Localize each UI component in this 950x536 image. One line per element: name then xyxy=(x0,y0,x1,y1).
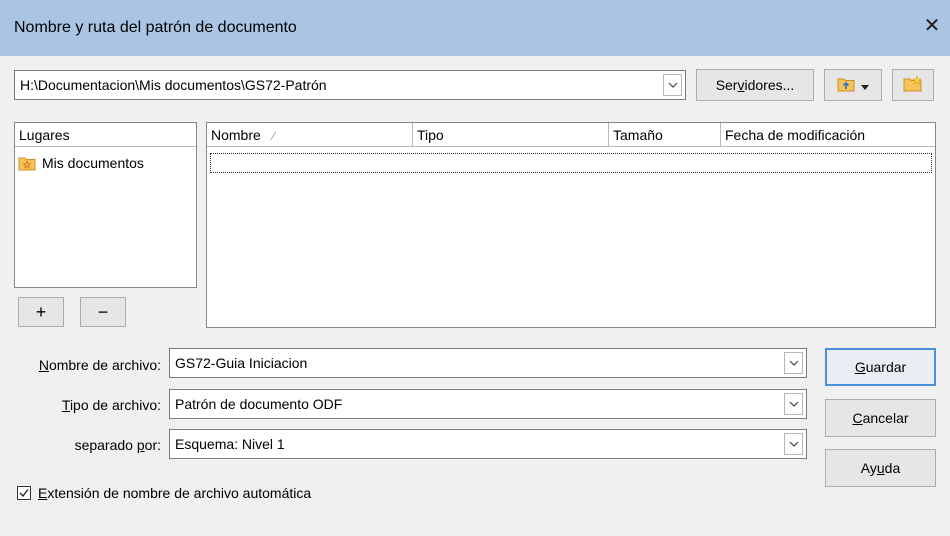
folder-star-icon xyxy=(18,155,36,174)
remove-place-button[interactable]: − xyxy=(80,297,126,327)
checkmark-icon xyxy=(19,489,29,498)
path-combobox[interactable]: H:\Documentacion\Mis documentos\GS72-Pat… xyxy=(14,70,686,100)
column-type[interactable]: Tipo xyxy=(413,123,609,147)
place-item-mis-documentos[interactable]: Mis documentos xyxy=(15,153,196,175)
column-size[interactable]: Tamaño xyxy=(609,123,721,147)
chevron-down-icon[interactable] xyxy=(784,352,803,374)
cancel-label: Cancelar xyxy=(852,410,909,426)
chevron-down-icon[interactable] xyxy=(784,393,803,415)
filename-value: GS72-Guia Iniciacion xyxy=(175,355,308,371)
help-label: Ayuda xyxy=(860,460,901,476)
separated-by-select[interactable]: Esquema: Nivel 1 xyxy=(169,429,807,459)
auto-extension-label[interactable]: Extensión de nombre de archivo automátic… xyxy=(38,485,311,501)
filetype-select[interactable]: Patrón de documento ODF xyxy=(169,389,807,419)
filename-label: Nombre de archivo: xyxy=(38,357,161,373)
path-value: H:\Documentacion\Mis documentos\GS72-Pat… xyxy=(20,77,327,93)
sort-indicator-icon: ⁄ xyxy=(272,129,275,143)
place-item-label: Mis documentos xyxy=(42,155,144,171)
column-modified[interactable]: Fecha de modificación xyxy=(721,123,935,147)
cancel-button[interactable]: Cancelar xyxy=(825,399,936,437)
new-folder-button[interactable] xyxy=(892,69,934,101)
chevron-down-icon[interactable] xyxy=(663,74,682,96)
new-folder-icon xyxy=(903,75,923,95)
filename-combobox[interactable]: GS72-Guia Iniciacion xyxy=(169,348,807,378)
dialog-title: Nombre y ruta del patrón de documento xyxy=(14,19,297,36)
folder-up-icon xyxy=(837,76,855,95)
separated-by-value: Esquema: Nivel 1 xyxy=(175,436,285,452)
save-button[interactable]: Guardar xyxy=(825,348,936,386)
file-list-focus-row[interactable] xyxy=(210,153,932,173)
add-place-button[interactable]: + xyxy=(18,297,64,327)
column-name[interactable]: Nombre ⁄ xyxy=(207,123,413,147)
filetype-label: Tipo de archivo: xyxy=(61,397,161,413)
places-header: Lugares xyxy=(15,123,196,147)
add-icon: + xyxy=(35,301,47,322)
file-list-panel: Nombre ⁄ Tipo Tamaño Fecha de modificaci… xyxy=(206,122,936,328)
save-label: Guardar xyxy=(854,359,907,375)
places-panel: Lugares Mis documentos xyxy=(14,122,197,288)
title-bar: Nombre y ruta del patrón de documento ✕ xyxy=(0,0,950,56)
filetype-value: Patrón de documento ODF xyxy=(175,396,343,412)
chevron-down-icon[interactable] xyxy=(784,433,803,455)
up-folder-button[interactable] xyxy=(824,69,882,101)
separated-by-label: separado por: xyxy=(74,437,161,453)
servers-button[interactable]: Servidores... xyxy=(696,69,814,101)
places-list: Mis documentos xyxy=(15,153,196,175)
close-icon[interactable]: ✕ xyxy=(920,14,944,38)
servers-label: Servidores... xyxy=(715,77,795,93)
file-list-header: Nombre ⁄ Tipo Tamaño Fecha de modificaci… xyxy=(207,123,935,147)
remove-icon: − xyxy=(97,301,109,322)
dropdown-arrow-icon xyxy=(861,77,869,93)
auto-extension-checkbox[interactable] xyxy=(17,486,31,500)
places-header-label: Lugares xyxy=(19,127,70,143)
help-button[interactable]: Ayuda xyxy=(825,449,936,487)
